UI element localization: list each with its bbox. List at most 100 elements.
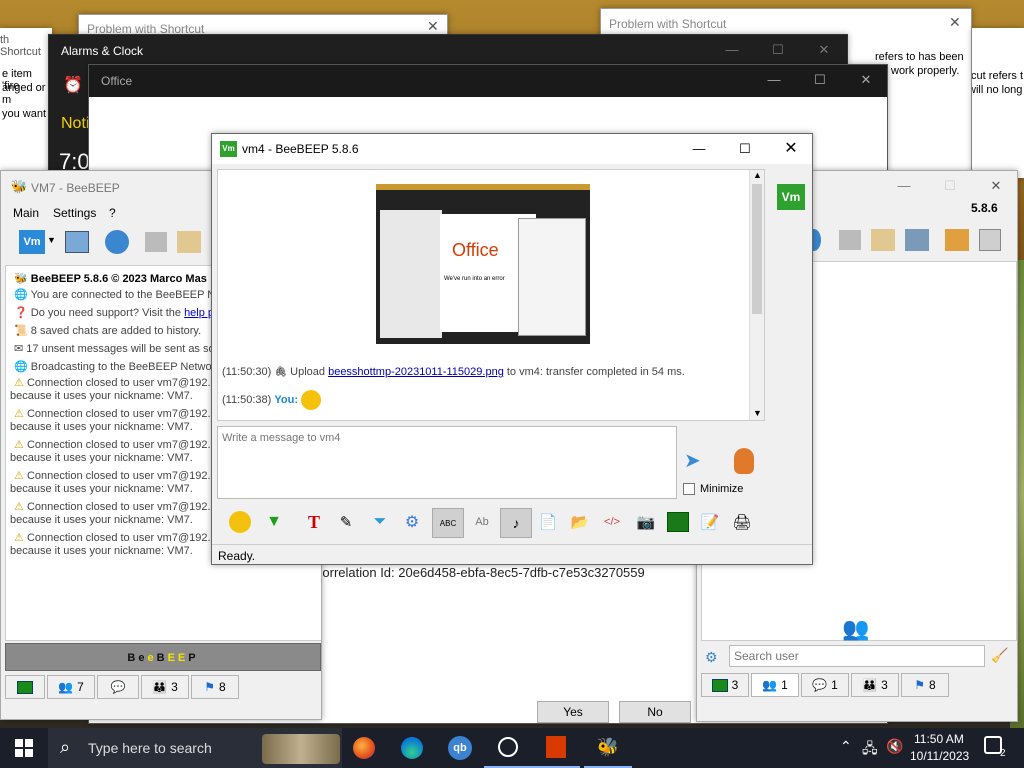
scroll-thumb[interactable]: [752, 184, 762, 314]
tab-users[interactable]: 👥 1: [751, 673, 799, 697]
alarm-icon[interactable]: ⏰: [63, 75, 83, 95]
menu-help[interactable]: ?: [109, 206, 116, 220]
message-input[interactable]: Write a message to vm4: [217, 426, 677, 499]
status-avatar-button[interactable]: Vm: [19, 230, 45, 254]
tab-groups[interactable]: 👪 3: [141, 675, 189, 699]
close-button[interactable]: ✕: [768, 134, 812, 164]
log-text: Broadcasting to the BeeBEEP Network: [30, 361, 221, 373]
bee-icon: 🐝: [11, 179, 28, 194]
menu-settings[interactable]: Settings: [53, 206, 96, 220]
monitor-icon: [711, 678, 728, 692]
close-button[interactable]: ✕: [801, 35, 847, 65]
network-tray-icon[interactable]: 🖧: [862, 738, 878, 762]
scroll-down-icon[interactable]: ▼: [753, 408, 762, 418]
clock-time[interactable]: 11:50 AM: [914, 732, 964, 746]
tab-local-user[interactable]: 3: [701, 673, 749, 697]
beebeep-taskbar-icon[interactable]: 🐝: [584, 728, 632, 768]
tab-groups[interactable]: 👪 3: [851, 673, 899, 697]
close-icon[interactable]: ✕: [949, 14, 961, 31]
close-button[interactable]: ✕: [973, 171, 1017, 201]
maximize-button[interactable]: ☐: [722, 134, 768, 164]
volume-muted-icon[interactable]: 🔇: [886, 738, 903, 755]
network-icon[interactable]: [105, 230, 129, 254]
banner-letter: e: [147, 652, 157, 664]
share-icon[interactable]: [945, 229, 969, 251]
font-icon[interactable]: T: [300, 508, 328, 536]
pencil-icon[interactable]: [177, 231, 201, 253]
edge-icon[interactable]: [388, 728, 436, 768]
color-icon[interactable]: ✎: [332, 508, 360, 536]
notification-count: 2: [1000, 748, 1006, 759]
file-link[interactable]: beesshottmp-20231011-115029.png: [328, 366, 504, 378]
clock-date[interactable]: 10/11/2023: [910, 749, 969, 763]
autocomplete-icon[interactable]: Ab: [468, 508, 496, 536]
close-icon[interactable]: ✕: [427, 18, 439, 35]
emoticons-icon[interactable]: [226, 508, 254, 536]
screenshot-icon[interactable]: 📷: [632, 508, 660, 536]
firefox-icon[interactable]: [340, 728, 388, 768]
print-icon[interactable]: 🖨: [728, 508, 756, 536]
office-icon[interactable]: [532, 728, 580, 768]
palette-icon[interactable]: ⚙: [705, 649, 718, 666]
filter-icon[interactable]: ⏷: [366, 508, 394, 536]
alarm-clock-icon[interactable]: [484, 728, 532, 768]
microphone-icon[interactable]: [734, 448, 754, 474]
minimize-button[interactable]: —: [881, 171, 927, 201]
close-button[interactable]: ✕: [843, 65, 887, 95]
save-chat-icon[interactable]: [664, 508, 692, 536]
groups-icon: 👪: [862, 678, 878, 692]
no-button[interactable]: No: [619, 701, 691, 723]
notes-icon[interactable]: 📝: [696, 508, 724, 536]
log-line: 🌐 You are connected to the BeeBEEP Ne: [14, 289, 222, 301]
search-user-input[interactable]: Search user: [729, 645, 985, 667]
minimize-button[interactable]: —: [709, 35, 755, 65]
entry-time: (11:50:38): [222, 393, 272, 406]
transcript-scrollbar[interactable]: ▲ ▼: [749, 170, 764, 420]
tab-history[interactable]: ⚑ 8: [901, 673, 949, 697]
groups-icon: 👪: [152, 680, 168, 694]
minimize-button[interactable]: —: [676, 134, 722, 164]
tools-icon[interactable]: [905, 229, 929, 251]
scroll-up-icon[interactable]: ▲: [753, 170, 762, 180]
screenshot-thumbnail[interactable]: Office We've run into an error: [376, 184, 590, 344]
maximize-button[interactable]: ☐: [755, 35, 801, 65]
taskbar-search[interactable]: ⌕ Type here to search: [48, 728, 342, 768]
tab-chats[interactable]: 💬: [97, 675, 139, 699]
minimize-checkbox[interactable]: [683, 483, 695, 495]
log-line: 🌐 Broadcasting to the BeeBEEP Network: [14, 361, 221, 373]
maximize-button[interactable]: ☐: [797, 65, 843, 95]
tab-users[interactable]: 👥 7: [47, 675, 95, 699]
sound-icon[interactable]: ♪: [500, 508, 532, 538]
status-text: Ready.: [218, 549, 256, 563]
send-folder-icon[interactable]: 📂: [566, 508, 594, 536]
code-icon[interactable]: </>: [598, 508, 626, 536]
trash-icon[interactable]: [979, 229, 1001, 251]
spellcheck-icon[interactable]: ABC: [432, 508, 464, 538]
chevron-down-icon[interactable]: ▼: [47, 235, 56, 245]
version-label: 5.8.6: [971, 201, 998, 215]
home-icon[interactable]: [839, 230, 861, 250]
tab-local-user[interactable]: [5, 675, 45, 699]
send-icon[interactable]: ➤: [684, 448, 701, 473]
start-button[interactable]: [0, 728, 48, 768]
tab-chats[interactable]: 💬 1: [801, 673, 849, 697]
settings-icon[interactable]: ⚙: [398, 508, 426, 536]
clear-search-icon[interactable]: 🧹: [991, 647, 1008, 664]
pencil-icon[interactable]: [871, 229, 895, 251]
qbittorrent-icon[interactable]: qb: [436, 728, 484, 768]
chevron-up-icon[interactable]: ⌃: [840, 738, 852, 755]
warning-icon: ⚠: [14, 532, 24, 544]
maximize-button[interactable]: ☐: [927, 171, 973, 201]
yes-button[interactable]: Yes: [537, 701, 609, 723]
chat-window-vm4: Vm vm4 - BeeBEEP 5.8.6 — ☐ ✕ Office We'v…: [211, 133, 813, 565]
menu-main[interactable]: Main: [13, 206, 39, 220]
minimize-button[interactable]: —: [751, 65, 797, 95]
tab-history[interactable]: ⚑ 8: [191, 675, 239, 699]
monitor-icon: [17, 680, 33, 694]
window-title: Office: [101, 74, 133, 88]
edit-profile-icon[interactable]: [65, 231, 89, 253]
send-file-icon[interactable]: 📄: [534, 508, 562, 536]
buzz-icon[interactable]: ▼: [260, 508, 288, 536]
home-icon[interactable]: [145, 232, 167, 252]
log-text: You are connected to the BeeBEEP Ne: [30, 289, 222, 301]
